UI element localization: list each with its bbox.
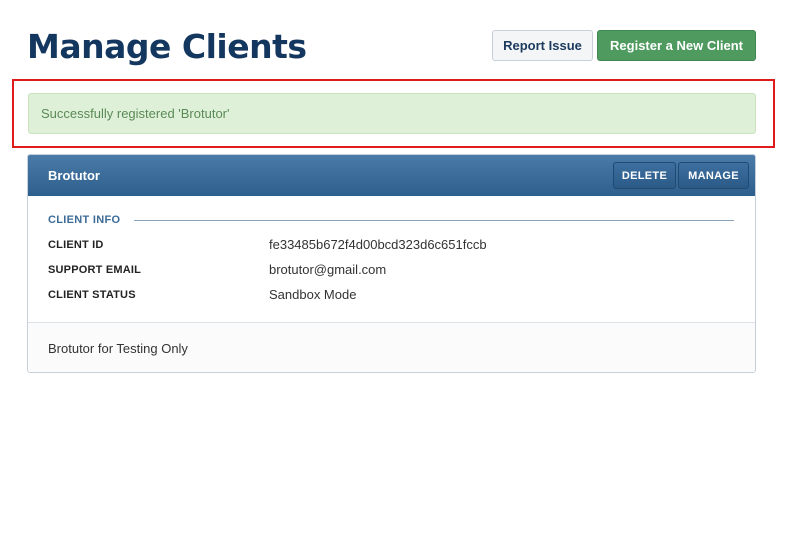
support-email-label: SUPPORT EMAIL	[48, 263, 142, 276]
register-client-button[interactable]: Register a New Client	[597, 30, 756, 61]
client-info-heading: CLIENT INFO	[48, 214, 735, 226]
client-card: Brotutor DELETE MANAGE CLIENT INFO CLIEN…	[27, 154, 756, 373]
client-name: Brotutor	[48, 168, 100, 183]
section-divider	[134, 219, 734, 221]
client-id-value: fe33485b672f4d00bcd323d6c651fccb	[269, 237, 487, 252]
info-row-support-email: SUPPORT EMAIL brotutor@gmail.com	[48, 257, 735, 282]
report-issue-button[interactable]: Report Issue	[492, 30, 593, 61]
client-info-section: CLIENT INFO CLIENT ID fe33485b672f4d00bc…	[28, 196, 755, 322]
client-description: Brotutor for Testing Only	[28, 322, 755, 372]
client-id-label: CLIENT ID	[48, 238, 104, 251]
client-status-label: CLIENT STATUS	[48, 288, 136, 301]
alert-message: Successfully registered 'Brotutor'	[41, 106, 230, 121]
success-alert: Successfully registered 'Brotutor'	[28, 93, 756, 134]
info-row-client-id: CLIENT ID fe33485b672f4d00bcd323d6c651fc…	[48, 232, 735, 257]
client-description-text: Brotutor for Testing Only	[48, 341, 188, 356]
delete-button[interactable]: DELETE	[613, 162, 676, 189]
page-title: Manage Clients	[27, 27, 307, 66]
info-row-client-status: CLIENT STATUS Sandbox Mode	[48, 282, 735, 307]
client-status-value: Sandbox Mode	[269, 287, 357, 302]
manage-button[interactable]: MANAGE	[678, 162, 749, 189]
client-card-header: Brotutor DELETE MANAGE	[28, 155, 755, 196]
support-email-value: brotutor@gmail.com	[269, 262, 387, 277]
